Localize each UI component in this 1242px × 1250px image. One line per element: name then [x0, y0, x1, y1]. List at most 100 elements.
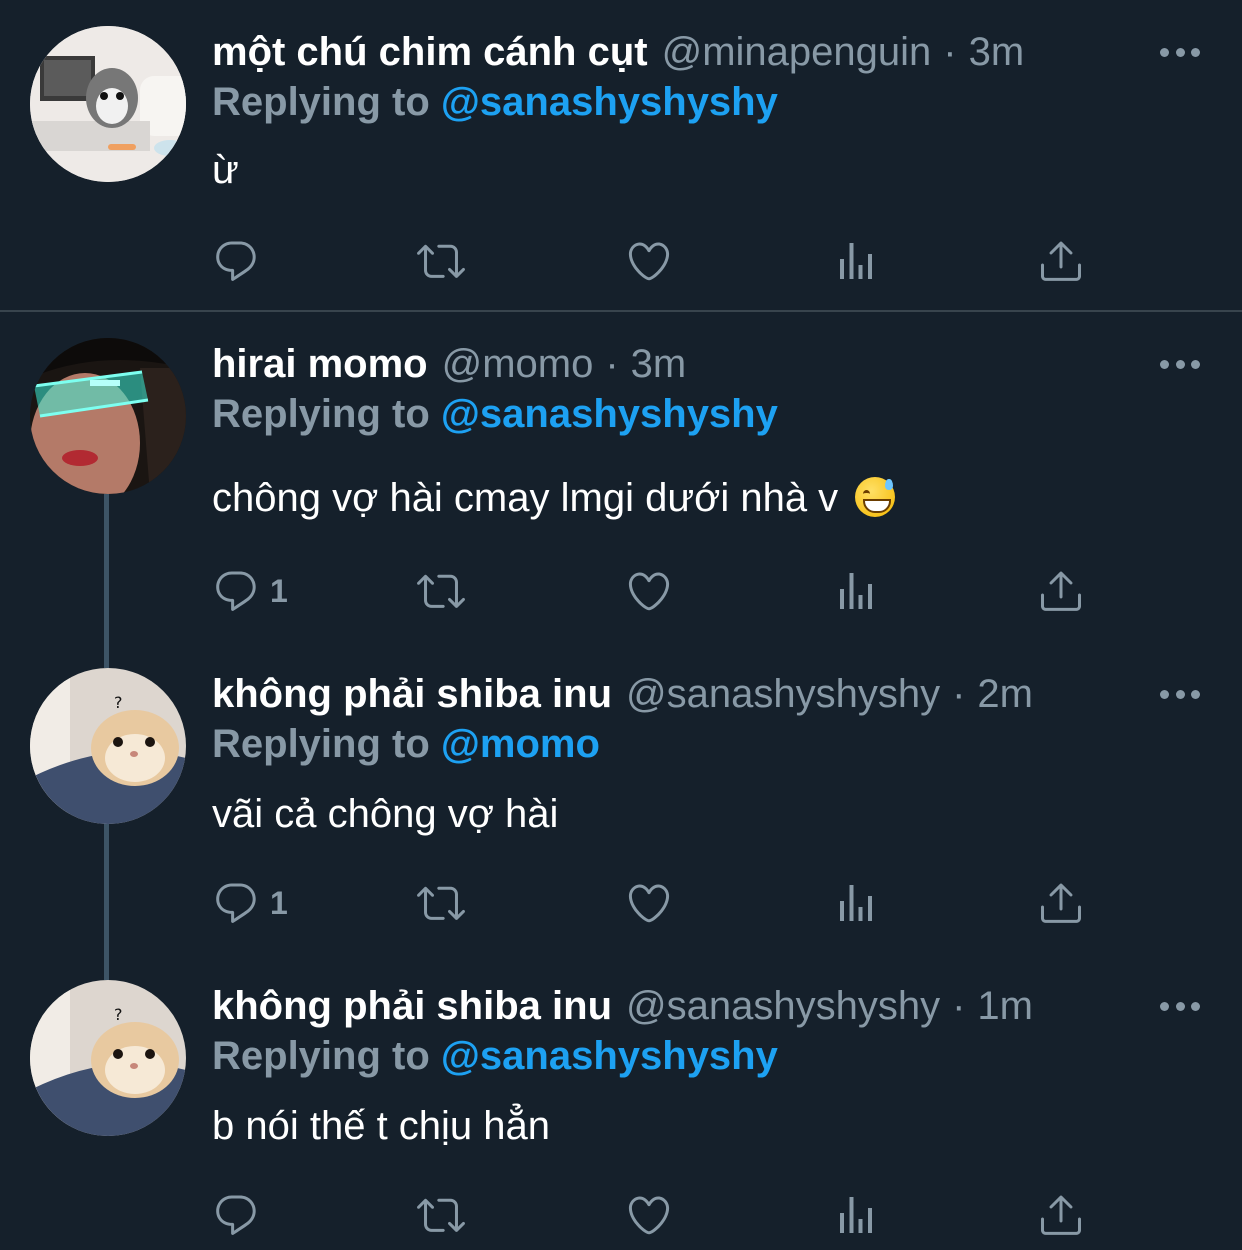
- tweet[interactable]: ? không phải shiba inu @sanashyshyshy · …: [0, 980, 1242, 1250]
- replying-to: Replying to @momo: [212, 722, 600, 767]
- more-icon[interactable]: [1160, 996, 1200, 1016]
- like-icon: [625, 879, 673, 927]
- tweet-text: ừ: [212, 148, 239, 192]
- analytics-button[interactable]: [832, 878, 880, 928]
- like-icon: [625, 1191, 673, 1239]
- reply-icon: [212, 237, 260, 285]
- retweet-icon: [417, 567, 465, 615]
- tweet[interactable]: hirai momo @momo · 3m Replying to @sanas…: [0, 338, 1242, 628]
- tweet-text-row: chông vợ hài cmay lmgi dưới nhà v: [212, 476, 896, 521]
- share-icon: [1037, 879, 1085, 927]
- replying-prefix: Replying to: [212, 722, 430, 766]
- reply-button[interactable]: 1: [212, 878, 288, 928]
- retweet-button[interactable]: [417, 1190, 465, 1240]
- retweet-icon: [417, 879, 465, 927]
- reply-count: 1: [270, 884, 288, 921]
- retweet-button[interactable]: [417, 236, 465, 286]
- replying-to: Replying to @sanashyshyshy: [212, 1034, 778, 1079]
- more-icon[interactable]: [1160, 684, 1200, 704]
- reply-count: 1: [270, 572, 288, 609]
- reply-icon: [212, 1191, 260, 1239]
- share-icon: [1037, 567, 1085, 615]
- tweet[interactable]: ? không phải shiba inu @sanashyshyshy · …: [0, 668, 1242, 948]
- penguin-avatar-image: [30, 26, 186, 182]
- display-name[interactable]: không phải shiba inu: [212, 984, 612, 1029]
- timestamp[interactable]: 1m: [977, 984, 1033, 1029]
- share-icon: [1037, 237, 1085, 285]
- timestamp[interactable]: 3m: [631, 342, 687, 387]
- analytics-icon: [832, 879, 880, 927]
- retweet-icon: [417, 237, 465, 285]
- tweet-header: không phải shiba inu @sanashyshyshy · 2m: [212, 668, 1033, 720]
- separator-dot: ·: [605, 341, 619, 386]
- analytics-button[interactable]: [832, 566, 880, 616]
- mention-link[interactable]: @momo: [441, 722, 600, 766]
- display-name[interactable]: không phải shiba inu: [212, 672, 612, 717]
- share-button[interactable]: [1037, 878, 1085, 928]
- user-handle[interactable]: @minapenguin: [662, 30, 932, 75]
- share-button[interactable]: [1037, 566, 1085, 616]
- retweet-icon: [417, 1191, 465, 1239]
- display-name[interactable]: hirai momo: [212, 342, 428, 387]
- user-handle[interactable]: @momo: [442, 342, 594, 387]
- hamster-avatar-image: ?: [30, 668, 186, 824]
- more-icon[interactable]: [1160, 354, 1200, 374]
- share-button[interactable]: [1037, 236, 1085, 286]
- retweet-button[interactable]: [417, 566, 465, 616]
- divider: [0, 310, 1242, 312]
- share-icon: [1037, 1191, 1085, 1239]
- tweet-text: b nói thế t chịu hẳn: [212, 1104, 551, 1148]
- reply-icon: [212, 879, 260, 927]
- hamster-avatar-image: ?: [30, 980, 186, 1136]
- reply-button[interactable]: 1: [212, 566, 288, 616]
- timestamp[interactable]: 3m: [969, 30, 1025, 75]
- action-bar: [212, 1190, 1112, 1240]
- svg-text:?: ?: [114, 1005, 123, 1024]
- analytics-button[interactable]: [832, 1190, 880, 1240]
- tweet-header: không phải shiba inu @sanashyshyshy · 1m: [212, 980, 1033, 1032]
- analytics-icon: [832, 1191, 880, 1239]
- reply-button[interactable]: [212, 1190, 270, 1240]
- tweet-header: hirai momo @momo · 3m: [212, 338, 686, 390]
- tweet-header: một chú chim cánh cụt @minapenguin · 3m: [212, 26, 1024, 78]
- user-handle[interactable]: @sanashyshyshy: [626, 984, 940, 1029]
- replying-prefix: Replying to: [212, 80, 430, 124]
- tweet-text: chông vợ hài cmay lmgi dưới nhà v: [212, 476, 839, 520]
- like-button[interactable]: [625, 1190, 673, 1240]
- tweet-text: vãi cả chông vợ hài: [212, 792, 559, 836]
- grinning-face-with-sweat-icon: [855, 477, 896, 517]
- like-button[interactable]: [625, 566, 673, 616]
- action-bar: 1: [212, 566, 1112, 616]
- replying-to: Replying to @sanashyshyshy: [212, 80, 778, 125]
- timestamp[interactable]: 2m: [977, 672, 1033, 717]
- retweet-button[interactable]: [417, 878, 465, 928]
- replying-to: Replying to @sanashyshyshy: [212, 392, 778, 437]
- avatar[interactable]: [30, 26, 186, 182]
- separator-dot: ·: [952, 983, 966, 1028]
- reply-icon: [212, 567, 260, 615]
- more-icon[interactable]: [1160, 42, 1200, 62]
- share-button[interactable]: [1037, 1190, 1085, 1240]
- like-button[interactable]: [625, 236, 673, 286]
- display-name[interactable]: một chú chim cánh cụt: [212, 30, 648, 75]
- separator-dot: ·: [943, 29, 957, 74]
- avatar[interactable]: [30, 338, 186, 494]
- momo-avatar-image: [30, 338, 186, 494]
- analytics-icon: [832, 567, 880, 615]
- mention-link[interactable]: @sanashyshyshy: [441, 1034, 778, 1078]
- mention-link[interactable]: @sanashyshyshy: [441, 80, 778, 124]
- avatar[interactable]: ?: [30, 980, 186, 1136]
- replying-prefix: Replying to: [212, 392, 430, 436]
- analytics-button[interactable]: [832, 236, 880, 286]
- user-handle[interactable]: @sanashyshyshy: [626, 672, 940, 717]
- tweet[interactable]: một chú chim cánh cụt @minapenguin · 3m …: [0, 26, 1242, 306]
- action-bar: [212, 236, 1112, 286]
- replying-prefix: Replying to: [212, 1034, 430, 1078]
- like-icon: [625, 237, 673, 285]
- like-icon: [625, 567, 673, 615]
- mention-link[interactable]: @sanashyshyshy: [441, 392, 778, 436]
- reply-button[interactable]: [212, 236, 270, 286]
- action-bar: 1: [212, 878, 1112, 928]
- like-button[interactable]: [625, 878, 673, 928]
- avatar[interactable]: ?: [30, 668, 186, 824]
